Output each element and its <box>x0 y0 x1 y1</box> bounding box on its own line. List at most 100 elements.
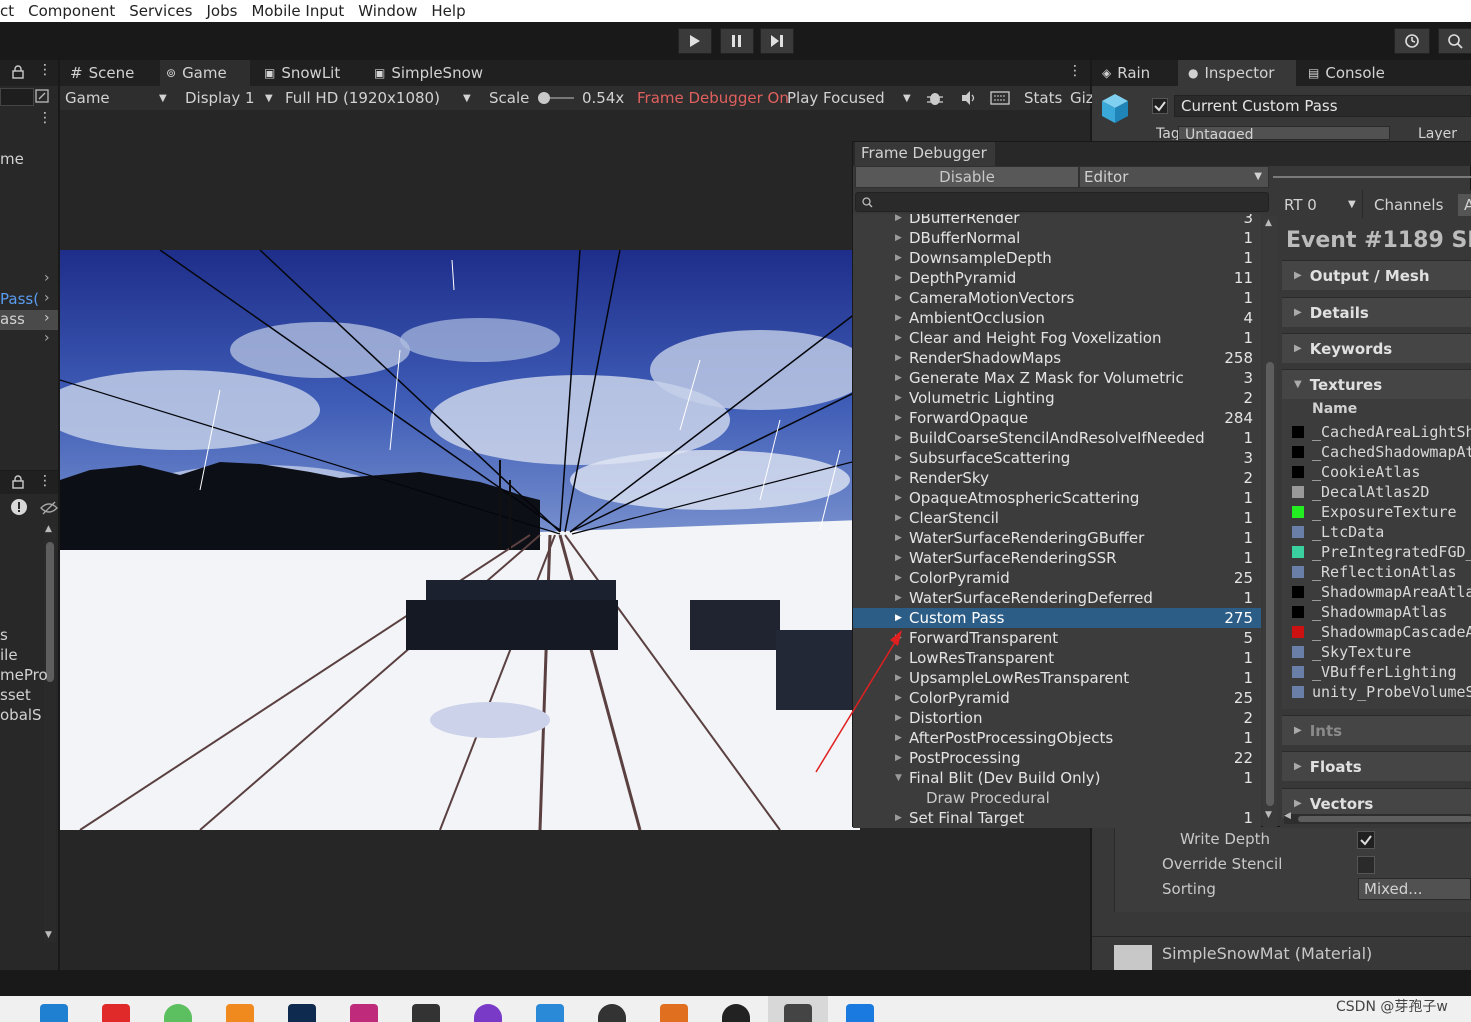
event-row[interactable]: ▶ Distortion 2 <box>853 708 1261 728</box>
event-row[interactable]: Draw Procedural <box>853 788 1261 808</box>
tab-scene[interactable]: # Scene <box>70 60 134 86</box>
event-row[interactable]: ▶ Custom Pass 275 <box>853 608 1261 628</box>
section-output-mesh[interactable]: ▶ Output / Mesh <box>1282 260 1471 290</box>
event-row[interactable]: ▶ WaterSurfaceRenderingGBuffer 1 <box>853 528 1261 548</box>
event-row[interactable]: ▶ForwardTransparent5 <box>853 628 1261 648</box>
texture-row[interactable]: _SkyTexture <box>1282 642 1471 662</box>
event-row[interactable]: ▶ WaterSurfaceRenderingSSR 1 <box>853 548 1261 568</box>
expand-arrow-icon[interactable]: ▶ <box>895 473 902 483</box>
texture-row[interactable]: _CachedAreaLightSh <box>1282 422 1471 442</box>
active-checkbox[interactable] <box>1152 98 1168 114</box>
event-row[interactable]: ▶ Clear and Height Fog Voxelization 1 <box>853 328 1261 348</box>
app-icon[interactable] <box>474 1004 502 1022</box>
menu-dots-icon[interactable]: ⋮ <box>38 62 52 78</box>
event-row[interactable]: ▶ PostProcessing 22 <box>853 748 1261 768</box>
project-row[interactable]: obalS <box>0 706 58 726</box>
rider-icon[interactable] <box>350 1004 378 1022</box>
event-row[interactable]: ▶ WaterSurfaceRenderingDeferred 1 <box>853 588 1261 608</box>
left-menu-dots-icon[interactable]: ⋮ <box>38 110 52 126</box>
event-row[interactable]: ▶ LowResTransparent 1 <box>853 648 1261 668</box>
channel-all-button[interactable]: A <box>1458 194 1471 216</box>
play-button[interactable] <box>678 28 712 54</box>
expand-arrow-icon[interactable]: ▶ <box>895 453 902 463</box>
unity-icon[interactable] <box>784 1004 812 1022</box>
app-icon[interactable] <box>598 1004 626 1022</box>
tab-game[interactable]: ⊚ Game <box>160 60 250 86</box>
menu-dots-icon[interactable]: ⋮ <box>1068 63 1082 79</box>
game-view-dropdown[interactable]: Game ▼ <box>65 86 173 110</box>
event-row[interactable]: ▶ BuildCoarseStencilAndResolveIfNeeded 1 <box>853 428 1261 448</box>
expand-arrow-icon[interactable]: ▶ <box>895 273 902 283</box>
expand-arrow-icon[interactable]: ▶ <box>895 433 902 443</box>
target-dropdown[interactable]: Editor ▼ <box>1079 166 1269 188</box>
tag-dropdown[interactable]: Untagged <box>1178 126 1390 140</box>
details-horizontal-scrollbar[interactable]: ◀ <box>1284 811 1471 824</box>
project-row[interactable]: ile <box>0 646 58 666</box>
expand-arrow-icon[interactable]: ▶ <box>895 253 902 263</box>
expand-arrow-icon[interactable]: ▶ <box>895 813 902 823</box>
expand-arrow-icon[interactable]: ▶ <box>895 553 902 563</box>
expand-arrow-icon[interactable]: ▶ <box>895 393 902 403</box>
event-row[interactable]: ▶ Set Final Target 1 <box>853 808 1261 828</box>
texture-row[interactable]: _ShadowmapCascadeA <box>1282 622 1471 642</box>
section-keywords[interactable]: ▶ Keywords <box>1282 333 1471 363</box>
project-scrollbar[interactable]: ▲ ▼ <box>44 524 56 942</box>
tab-frame-debugger[interactable]: Frame Debugger <box>855 142 995 166</box>
scale-slider[interactable] <box>538 86 574 110</box>
expand-arrow-icon[interactable]: ▶ <box>895 373 902 383</box>
chevron-right-icon[interactable]: › <box>44 310 50 326</box>
expand-arrow-icon[interactable]: ▶ <box>895 593 902 603</box>
event-row[interactable]: ▶ RenderShadowMaps 258 <box>853 348 1261 368</box>
event-row[interactable]: ▶ DBufferNormal 1 <box>853 228 1261 248</box>
expand-arrow-icon[interactable]: ▶ <box>895 573 902 583</box>
menu-item-window[interactable]: Window <box>358 2 417 20</box>
event-row[interactable]: ▶ ForwardOpaque 284 <box>853 408 1261 428</box>
event-row[interactable]: ▶ DepthPyramid 11 <box>853 268 1261 288</box>
frame-debugger-status[interactable]: Frame Debugger On <box>637 86 789 110</box>
app-icon[interactable] <box>846 1004 874 1022</box>
texture-row[interactable]: _ExposureTexture <box>1282 502 1471 522</box>
netease-music-icon[interactable] <box>102 1004 130 1022</box>
event-row[interactable]: ▶ DownsampleDepth 1 <box>853 248 1261 268</box>
texture-row[interactable]: unity_ProbeVolumeS <box>1282 682 1471 702</box>
texture-row[interactable]: _CachedShadowmapAt <box>1282 442 1471 462</box>
project-row[interactable]: mePro <box>0 666 58 686</box>
texture-row[interactable]: _PreIntegratedFGD_ <box>1282 542 1471 562</box>
section-textures[interactable]: ▼ Textures <box>1282 369 1471 399</box>
game-render[interactable] <box>60 250 860 830</box>
bug-icon[interactable] <box>926 86 944 110</box>
menu-item-project[interactable]: ct <box>0 2 14 20</box>
frame-slider[interactable] <box>1273 176 1471 178</box>
display-dropdown[interactable]: Display 1 ▼ <box>185 86 277 110</box>
chevron-right-icon[interactable]: › <box>44 270 50 286</box>
event-search-input[interactable] <box>855 192 1269 212</box>
menu-item-jobs[interactable]: Jobs <box>207 2 238 20</box>
unity-hub-icon[interactable] <box>412 1004 440 1022</box>
event-row[interactable]: ▶ ColorPyramid 25 <box>853 568 1261 588</box>
history-button[interactable] <box>1394 28 1430 54</box>
lock-icon[interactable] <box>12 65 24 79</box>
menu-item-mobile-input[interactable]: Mobile Input <box>251 2 344 20</box>
tab-rain[interactable]: ◈ Rain <box>1102 60 1150 86</box>
texture-row[interactable]: _LtcData <box>1282 522 1471 542</box>
menu-item-component[interactable]: Component <box>28 2 115 20</box>
disable-button[interactable]: Disable <box>855 166 1079 188</box>
visibility-icon[interactable] <box>40 500 58 516</box>
expand-arrow-icon[interactable]: ▶ <box>895 533 902 543</box>
texture-row[interactable]: _CookieAtlas <box>1282 462 1471 482</box>
event-row[interactable]: ▶ CameraMotionVectors 1 <box>853 288 1261 308</box>
project-row[interactable]: s <box>0 626 58 646</box>
gizmos-button[interactable]: Giz <box>1070 86 1094 110</box>
stats-button[interactable]: Stats <box>1024 86 1062 110</box>
menu-item-services[interactable]: Services <box>129 2 192 20</box>
warning-icon[interactable] <box>10 498 28 516</box>
sorting-dropdown[interactable]: Mixed... <box>1358 878 1471 900</box>
project-row[interactable]: sset <box>0 686 58 706</box>
keyboard-icon[interactable] <box>990 86 1010 110</box>
expand-arrow-icon[interactable]: ▶ <box>895 413 902 423</box>
object-name-field[interactable]: Current Custom Pass <box>1174 95 1471 117</box>
event-row[interactable]: ▶ OpaqueAtmosphericScattering 1 <box>853 488 1261 508</box>
texture-row[interactable]: _ShadowmapAreaAtla <box>1282 582 1471 602</box>
event-row-partial[interactable]: ▶ DBufferRender 3 <box>853 214 1261 228</box>
section-ints[interactable]: ▶ Ints <box>1282 715 1471 745</box>
